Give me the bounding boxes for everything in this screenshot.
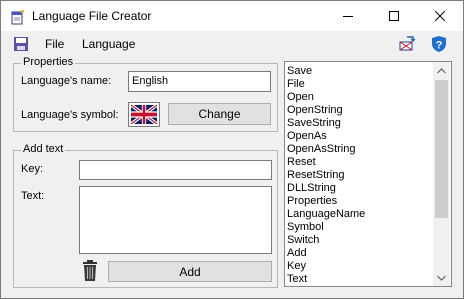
- change-symbol-button[interactable]: Change: [168, 103, 271, 125]
- list-item[interactable]: ResetString: [287, 169, 365, 182]
- add-text-group-title: Add text: [21, 143, 66, 155]
- key-label: Key:: [21, 163, 44, 175]
- scroll-up-button[interactable]: [433, 62, 450, 79]
- chevron-up-icon: [437, 67, 446, 73]
- close-button[interactable]: [417, 1, 463, 31]
- keys-scrollbar[interactable]: [433, 62, 450, 286]
- list-item[interactable]: OpenAs: [287, 130, 365, 143]
- list-item[interactable]: Add: [287, 247, 365, 260]
- list-item[interactable]: File: [287, 78, 365, 91]
- list-item[interactable]: Key: [287, 260, 365, 273]
- text-input[interactable]: [79, 186, 272, 254]
- list-item[interactable]: Open: [287, 91, 365, 104]
- window-title: Language File Creator: [32, 9, 152, 23]
- list-item[interactable]: SaveString: [287, 117, 365, 130]
- list-item[interactable]: DLLString: [287, 182, 365, 195]
- maximize-icon: [389, 11, 399, 21]
- menu-language[interactable]: Language: [82, 37, 135, 51]
- main-window: Language File Creator File Language ? Pr…: [0, 0, 464, 299]
- language-name-label: Language's name:: [21, 75, 112, 87]
- list-item[interactable]: OpenAsString: [287, 143, 365, 156]
- chevron-down-icon: [437, 275, 446, 281]
- language-symbol-label: Language's symbol:: [21, 109, 119, 121]
- add-button[interactable]: Add: [108, 261, 272, 282]
- menu-bar: File Language ?: [1, 32, 463, 56]
- list-item[interactable]: Properties: [287, 195, 365, 208]
- keys-listbox[interactable]: Save File Open OpenString SaveString OpenAs Op…: [284, 61, 452, 287]
- list-item[interactable]: Text: [287, 273, 365, 286]
- minimize-button[interactable]: [325, 1, 371, 31]
- floppy-disk-icon[interactable]: [13, 36, 29, 52]
- scroll-thumb[interactable]: [435, 80, 448, 218]
- language-name-input[interactable]: English: [128, 71, 271, 92]
- help-shield-icon[interactable]: ?: [430, 35, 448, 53]
- switch-language-icon[interactable]: [398, 35, 416, 53]
- trash-icon[interactable]: [81, 260, 99, 282]
- maximize-button[interactable]: [371, 1, 417, 31]
- list-item[interactable]: Switch: [287, 234, 365, 247]
- list-item[interactable]: Reset: [287, 156, 365, 169]
- menu-file[interactable]: File: [45, 37, 64, 51]
- keys-list: Save File Open OpenString SaveString OpenAs Op…: [287, 65, 365, 286]
- svg-text:?: ?: [436, 40, 443, 52]
- uk-flag-icon: [130, 103, 158, 126]
- text-label: Text:: [21, 190, 45, 202]
- minimize-icon: [343, 16, 353, 17]
- key-input[interactable]: [79, 160, 272, 180]
- notepad-icon: [11, 10, 24, 25]
- scroll-down-button[interactable]: [433, 269, 450, 286]
- list-item[interactable]: OpenString: [287, 104, 365, 117]
- language-flag: [128, 102, 160, 127]
- properties-group-title: Properties: [21, 56, 76, 68]
- list-item[interactable]: Save: [287, 65, 365, 78]
- list-item[interactable]: LanguageName: [287, 208, 365, 221]
- list-item[interactable]: Symbol: [287, 221, 365, 234]
- title-bar[interactable]: Language File Creator: [1, 1, 463, 31]
- close-icon: [435, 11, 445, 21]
